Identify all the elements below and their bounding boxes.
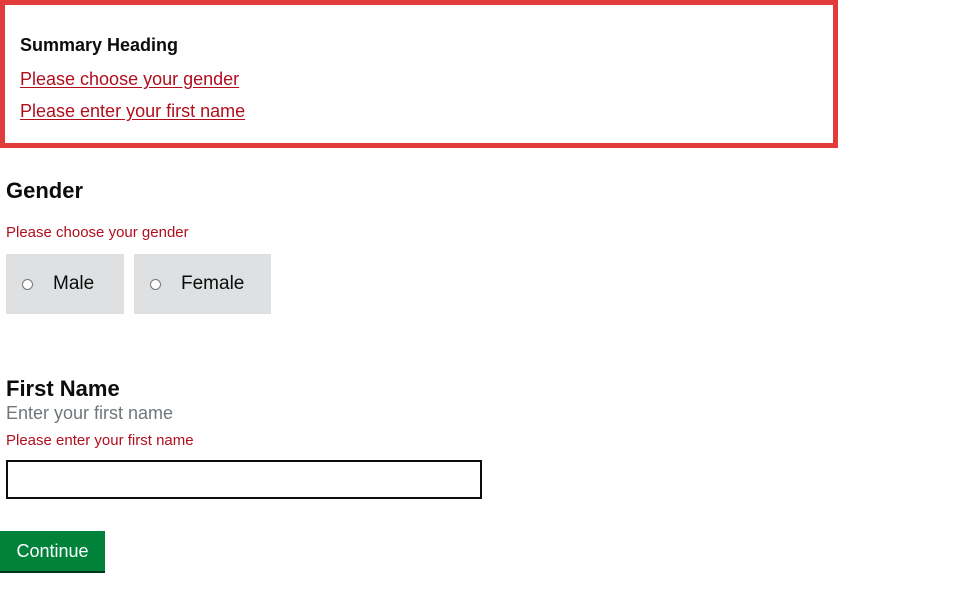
error-summary-item: Please enter your first name	[20, 101, 818, 123]
error-summary: Summary Heading Please choose your gende…	[0, 0, 838, 148]
gender-error-message: Please choose your gender	[6, 224, 189, 241]
error-summary-list: Please choose your gender Please enter y…	[20, 69, 818, 123]
first-name-group: First Name Enter your first name Please …	[6, 376, 486, 499]
radio-button-female[interactable]	[150, 278, 161, 290]
first-name-label: First Name	[6, 376, 120, 401]
gender-radios: Male Female	[6, 254, 271, 314]
error-summary-heading: Summary Heading	[20, 35, 179, 55]
error-link-gender[interactable]: Please choose your gender	[20, 69, 239, 89]
error-link-first-name[interactable]: Please enter your first name	[20, 101, 245, 121]
first-name-input[interactable]	[6, 460, 482, 499]
radio-option-male[interactable]: Male	[6, 254, 124, 314]
gender-fieldset: Gender Please choose your gender Male Fe…	[6, 178, 271, 314]
first-name-error-message: Please enter your first name	[6, 432, 194, 449]
page: Summary Heading Please choose your gende…	[0, 0, 960, 616]
continue-button[interactable]: Continue	[0, 531, 105, 571]
gender-legend: Gender	[6, 178, 84, 203]
radio-option-female[interactable]: Female	[134, 254, 271, 314]
radio-label-female: Female	[181, 273, 245, 294]
radio-label-male: Male	[53, 273, 95, 294]
radio-button-male[interactable]	[22, 278, 33, 290]
first-name-hint: Enter your first name	[6, 403, 174, 423]
error-summary-item: Please choose your gender	[20, 69, 818, 91]
